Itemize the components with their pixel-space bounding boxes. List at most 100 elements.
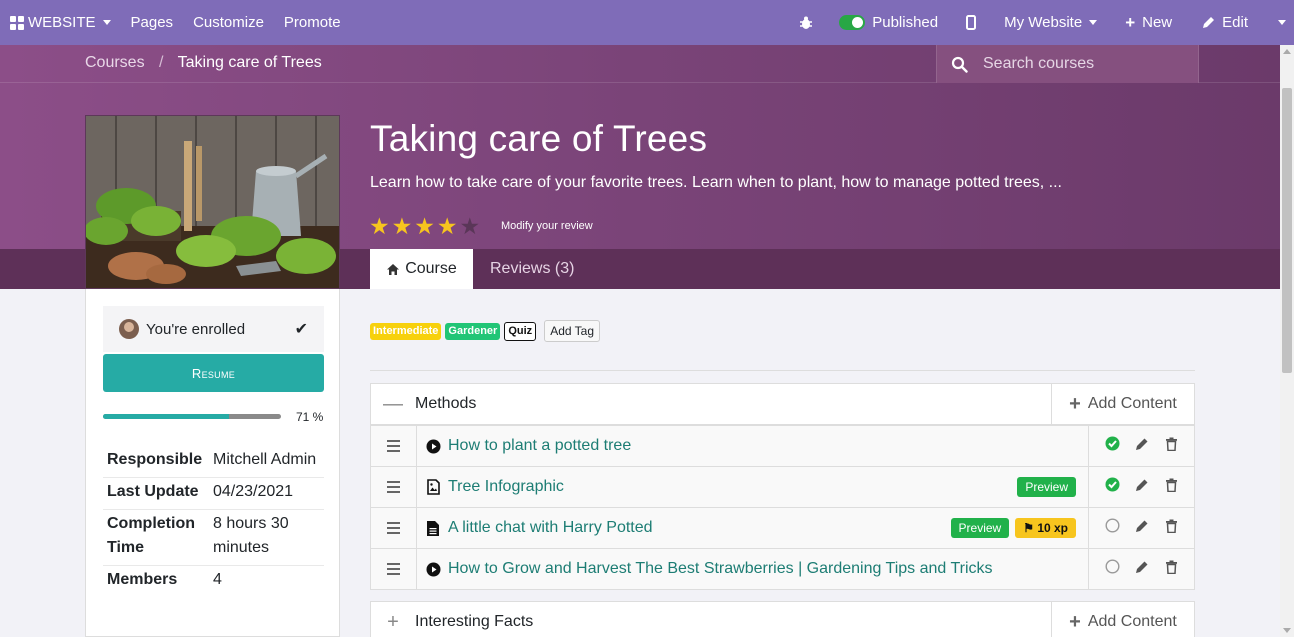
info-value: 4 — [213, 571, 222, 588]
content-title-link[interactable]: How to Grow and Harvest The Best Strawbe… — [448, 560, 1082, 578]
tag-badge[interactable]: Gardener — [445, 322, 501, 340]
plus-icon: + — [1069, 392, 1081, 415]
section-header: — Methods + Add Content — [370, 383, 1195, 425]
info-label: Responsible — [107, 451, 203, 468]
add-content-button[interactable]: + Add Content — [1051, 602, 1194, 637]
edit-pencil-icon[interactable] — [1135, 437, 1149, 456]
add-tag-button[interactable]: Add Tag — [544, 320, 601, 342]
scrollbar-thumb[interactable] — [1282, 88, 1292, 373]
course-sidebar: You're enrolled ✔ Resume 71 % Responsibl… — [85, 289, 340, 637]
trash-icon[interactable] — [1165, 560, 1178, 579]
add-content-label: Add Content — [1087, 613, 1177, 630]
star-icon: ★ — [369, 213, 390, 239]
course-title: Taking care of Trees — [370, 118, 708, 159]
plus-icon: + — [1125, 12, 1136, 32]
edit-pencil-icon[interactable] — [1135, 519, 1149, 538]
content-title-link[interactable]: Tree Infographic — [448, 478, 1017, 496]
trash-icon[interactable] — [1165, 478, 1178, 497]
preview-badge: Preview — [1017, 477, 1076, 497]
course-cover-image — [85, 115, 340, 289]
info-value: 8 hours 30 minutes — [213, 515, 289, 556]
content-title-link[interactable]: How to plant a potted tree — [448, 437, 1082, 455]
completed-check-icon — [1105, 477, 1120, 497]
content-row: A little chat with Harry Potted Preview … — [371, 507, 1194, 548]
section-header: + Interesting Facts + Add Content — [370, 601, 1195, 637]
scroll-up-icon[interactable] — [1283, 49, 1291, 54]
bug-icon — [800, 16, 813, 29]
edit-label: Edit — [1222, 14, 1248, 31]
drag-handle-icon[interactable] — [371, 426, 417, 466]
expand-icon[interactable]: + — [371, 611, 415, 634]
edit-button[interactable]: Edit — [1184, 0, 1260, 45]
edit-pencil-icon[interactable] — [1135, 560, 1149, 579]
modify-review-link[interactable]: Modify your review — [501, 220, 593, 232]
star-icon: ★ — [414, 213, 435, 239]
page-scrollbar[interactable] — [1280, 45, 1294, 637]
tab-reviews[interactable]: Reviews (3) — [490, 249, 574, 289]
breadcrumb-current: Taking care of Trees — [177, 54, 322, 71]
course-description: Learn how to take care of your favorite … — [370, 174, 1062, 191]
content-row: How to plant a potted tree — [371, 425, 1194, 466]
edit-pencil-icon[interactable] — [1135, 478, 1149, 497]
star-icon: ★ — [436, 213, 458, 239]
debug-button[interactable] — [783, 0, 829, 45]
enrolled-label: You're enrolled — [146, 320, 246, 338]
pencil-icon — [1203, 17, 1215, 28]
incomplete-circle-icon — [1105, 559, 1120, 579]
tag-list: Intermediate Gardener Quiz Add Tag — [370, 320, 601, 342]
content-title-link[interactable]: A little chat with Harry Potted — [448, 519, 951, 537]
tab-course[interactable]: Course — [370, 249, 473, 289]
trash-icon[interactable] — [1165, 519, 1178, 538]
garden-tools-image — [86, 116, 339, 288]
search-icon — [951, 56, 968, 73]
resume-button[interactable]: Resume — [103, 354, 324, 392]
star-empty-icon: ★ — [459, 213, 481, 239]
collapse-icon[interactable]: — — [371, 393, 415, 416]
info-row-last-update: Last Update 04/23/2021 — [103, 478, 324, 510]
row-actions — [1088, 508, 1194, 548]
mobile-preview-button[interactable] — [948, 0, 994, 45]
drag-handle-icon[interactable] — [371, 549, 417, 589]
add-content-button[interactable]: + Add Content — [1051, 384, 1194, 424]
content-row: How to Grow and Harvest The Best Strawbe… — [371, 548, 1194, 589]
tag-badge[interactable]: Intermediate — [370, 322, 442, 340]
new-button[interactable]: + New — [1107, 0, 1184, 45]
content-row: Tree Infographic Preview — [371, 466, 1194, 507]
tag-badge[interactable]: Quiz — [504, 321, 537, 341]
promote-menu[interactable]: Promote — [274, 0, 351, 45]
flag-icon: ⚑ — [1023, 521, 1038, 535]
scroll-down-icon[interactable] — [1283, 628, 1291, 633]
check-icon: ✔ — [294, 321, 308, 338]
info-label: Members — [107, 571, 178, 588]
xp-label: 10 xp — [1037, 521, 1068, 535]
search-courses-field[interactable]: Search courses — [936, 45, 1199, 83]
breadcrumb-courses-link[interactable]: Courses — [85, 54, 145, 71]
info-row-responsible: Responsible Mitchell Admin — [103, 446, 324, 478]
home-icon — [387, 263, 400, 275]
section-title: Interesting Facts — [415, 613, 534, 630]
progress-fill — [103, 414, 230, 419]
drag-handle-icon[interactable] — [371, 508, 417, 548]
play-circle-icon — [425, 439, 441, 454]
avatar — [119, 319, 139, 339]
tab-course-label: Course — [405, 260, 457, 277]
add-content-label: Add Content — [1087, 395, 1177, 412]
top-navbar: WEBSITE Pages Customize Promote Publishe… — [0, 0, 1294, 45]
drag-handle-icon[interactable] — [371, 467, 417, 507]
published-toggle[interactable]: Published — [829, 0, 948, 45]
more-menu[interactable] — [1260, 0, 1294, 45]
pages-menu[interactable]: Pages — [121, 0, 184, 45]
trash-icon[interactable] — [1165, 437, 1178, 456]
row-actions — [1088, 467, 1194, 507]
toggle-switch[interactable] — [839, 15, 866, 30]
preview-badge: Preview — [950, 518, 1010, 538]
caret-down-icon — [102, 20, 111, 25]
rating-stars[interactable]: ★ ★ ★ ★ ★ — [369, 214, 480, 238]
info-row-completion-time: Completion Time 8 hours 30 minutes — [103, 510, 324, 566]
info-row-members: Members 4 — [103, 566, 324, 597]
customize-menu[interactable]: Customize — [183, 0, 274, 45]
my-website-switcher[interactable]: My Website — [994, 0, 1107, 45]
image-file-icon — [425, 479, 441, 495]
section-title: Methods — [415, 395, 477, 412]
website-menu[interactable]: WEBSITE — [0, 0, 121, 45]
